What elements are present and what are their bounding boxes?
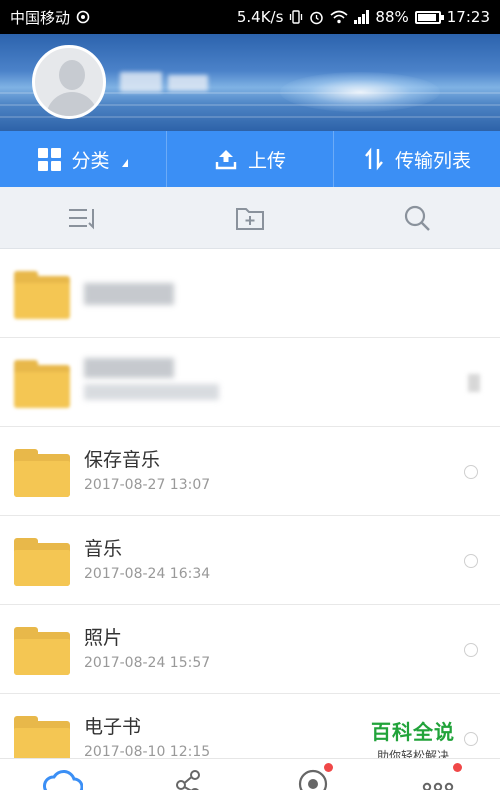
- file-name: 照片: [84, 627, 123, 649]
- wifi-icon: [330, 10, 348, 24]
- folder-icon: [14, 627, 70, 675]
- redacted-date: [84, 384, 219, 400]
- watermark-title: 百科全说: [371, 720, 455, 744]
- sort-button[interactable]: [0, 187, 167, 248]
- nav-share[interactable]: [125, 759, 250, 790]
- select-radio[interactable]: [464, 732, 478, 746]
- toolbar: [0, 187, 500, 249]
- battery-icon: [414, 10, 444, 24]
- sea-sunlight-background: [280, 72, 440, 112]
- file-date: 2017-08-24 16:34: [84, 566, 211, 582]
- status-bar: 中国移动 5.4K/s 88% 17:23: [0, 0, 500, 34]
- file-date: 2017-08-24 15:57: [84, 655, 211, 671]
- username-redacted: [120, 72, 230, 94]
- folder-icon: [14, 538, 70, 586]
- transfer-list-button[interactable]: 传输列表: [334, 131, 500, 187]
- category-label: 分类: [71, 149, 110, 172]
- grid-icon: [38, 147, 62, 171]
- nav-files[interactable]: [0, 759, 125, 790]
- nav-discover[interactable]: [250, 759, 375, 790]
- clock: 17:23: [446, 8, 490, 26]
- file-list: 保存音乐 2017-08-27 13:07 音乐 2017-08-24 16:3…: [0, 249, 500, 783]
- caret-icon: [121, 159, 128, 167]
- more-icon: [422, 782, 453, 790]
- folder-icon: [14, 271, 70, 319]
- upload-label: 上传: [247, 149, 286, 172]
- nav-more[interactable]: [375, 759, 500, 790]
- battery-percent: 88%: [375, 8, 409, 26]
- search-icon: [404, 205, 430, 231]
- category-button[interactable]: 分类: [0, 131, 167, 187]
- new-folder-icon: [236, 207, 264, 230]
- share-icon: [175, 770, 200, 790]
- sort-icon: [69, 208, 95, 229]
- carrier-label: 中国移动: [10, 8, 71, 27]
- list-item[interactable]: [0, 338, 500, 427]
- watermark-logo: 百科全说 助你轻松解决: [366, 716, 460, 764]
- select-radio[interactable]: [464, 643, 478, 657]
- new-folder-button[interactable]: [167, 187, 334, 248]
- avatar[interactable]: [32, 45, 106, 119]
- list-item[interactable]: [0, 249, 500, 338]
- upload-icon: [215, 150, 237, 170]
- select-radio[interactable]: [464, 554, 478, 568]
- transfer-list-label: 传输列表: [394, 149, 471, 172]
- list-item[interactable]: 保存音乐 2017-08-27 13:07: [0, 427, 500, 516]
- transfer-arrows-icon: [365, 147, 383, 171]
- vibrate-icon: [290, 10, 303, 24]
- list-item[interactable]: 照片 2017-08-24 15:57: [0, 605, 500, 694]
- carrier-hd-icon: [76, 10, 90, 24]
- file-name: 保存音乐: [84, 449, 161, 471]
- net-speed: 5.4K/s: [236, 8, 284, 26]
- file-name: 电子书: [84, 716, 142, 738]
- upload-button[interactable]: 上传: [167, 131, 334, 187]
- redacted-name: [84, 283, 174, 305]
- alarm-icon: [310, 11, 324, 24]
- notification-dot: [324, 763, 333, 772]
- cloud-icon: [42, 770, 83, 790]
- signal-icon: [354, 10, 370, 24]
- select-radio[interactable]: [468, 374, 480, 392]
- file-date: 2017-08-27 13:07: [84, 477, 211, 493]
- folder-icon: [14, 716, 70, 764]
- search-button[interactable]: [333, 187, 500, 248]
- file-name: 音乐: [84, 538, 123, 560]
- folder-icon: [14, 360, 70, 408]
- select-radio[interactable]: [464, 465, 478, 479]
- bottom-nav: [0, 758, 500, 790]
- folder-icon: [14, 449, 70, 497]
- redacted-name: [84, 358, 174, 378]
- list-item[interactable]: 音乐 2017-08-24 16:34: [0, 516, 500, 605]
- notification-dot: [453, 763, 462, 772]
- action-bar: 分类 上传 传输列表: [0, 131, 500, 187]
